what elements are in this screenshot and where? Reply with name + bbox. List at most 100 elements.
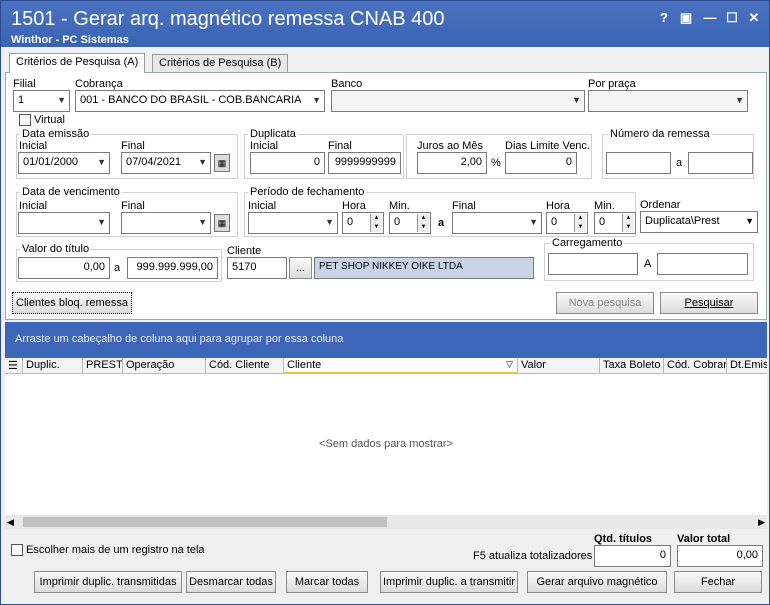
cliente-code-input[interactable]: 5170 xyxy=(227,257,287,279)
escolher-checkbox[interactable] xyxy=(11,544,23,556)
data-vencimento-inicial-label: Inicial xyxy=(19,200,48,212)
scroll-right-icon[interactable]: ▶ xyxy=(758,517,765,528)
col-duplic[interactable]: Duplic. xyxy=(23,358,83,374)
col-taxa-boleto[interactable]: Taxa Boleto xyxy=(600,358,664,374)
tab-criterios-a[interactable]: Critérios de Pesquisa (A) xyxy=(9,53,146,73)
data-vencimento-label: Data de vencimento xyxy=(20,186,122,198)
data-emissao-final-input[interactable]: 07/04/2021 ▼ xyxy=(121,152,211,174)
scrollbar-thumb[interactable] xyxy=(23,517,387,527)
carregamento-label: Carregamento xyxy=(550,237,625,249)
hora2-stepper[interactable]: 0 ▲ ▼ xyxy=(546,212,588,234)
horizontal-scrollbar[interactable]: ◀ ▶ xyxy=(5,515,767,529)
cobranca-select[interactable]: 001 - BANCO DO BRASIL - COB.BANCARIA ▼ xyxy=(75,90,325,112)
min2-label: Min. xyxy=(594,200,615,212)
banco-label: Banco xyxy=(331,78,363,90)
periodo-inicial-input[interactable]: ▼ xyxy=(248,212,338,234)
minimize-icon[interactable]: — xyxy=(701,9,719,27)
nova-pesquisa-button[interactable]: Nova pesquisa xyxy=(556,292,654,314)
col-prest[interactable]: PREST xyxy=(83,358,123,374)
f5-label: F5 atualiza totalizadores xyxy=(473,550,593,562)
imprimir-a-transmitir-button[interactable]: Imprimir duplic. a transmitir xyxy=(380,571,518,593)
col-dt-emis[interactable]: Dt.Emis xyxy=(727,358,767,374)
carregamento-sep: A xyxy=(644,258,652,270)
grid-menu-icon[interactable]: ☰ xyxy=(5,358,23,374)
window-title: 1501 - Gerar arq. magnético remessa CNAB… xyxy=(11,8,445,30)
filial-select[interactable]: 1 ▼ xyxy=(13,90,70,112)
juros-label: Juros ao Mês xyxy=(417,140,484,152)
spin-arrows-icon[interactable]: ▲ ▼ xyxy=(417,214,429,232)
scroll-left-icon[interactable]: ◀ xyxy=(7,517,14,528)
calendar-icon[interactable]: ▦ xyxy=(214,154,230,172)
data-emissao-inicial-input[interactable]: 01/01/2000 ▼ xyxy=(18,152,110,174)
window-subtitle: Winthor - PC Sistemas xyxy=(11,34,129,46)
cliente-search-button[interactable]: ... xyxy=(289,257,312,279)
spin-arrows-icon[interactable]: ▲ ▼ xyxy=(622,214,634,232)
cliente-name-field: PET SHOP NIKKEY OIKE LTDA xyxy=(314,257,534,279)
chevron-down-icon: ▼ xyxy=(325,217,334,227)
close-icon[interactable]: ✕ xyxy=(745,9,763,27)
virtual-checkbox[interactable] xyxy=(19,114,31,126)
data-emissao-label: Data emissão xyxy=(20,128,92,140)
calendar-icon[interactable]: ▦ xyxy=(214,214,230,232)
valor-titulo-final-input[interactable]: 999.999.999,00 xyxy=(127,257,218,279)
chevron-down-icon: ▼ xyxy=(745,216,754,226)
footer: Escolher mais de um registro na tela F5 … xyxy=(5,529,767,601)
title-bar: 1501 - Gerar arq. magnético remessa CNAB… xyxy=(1,1,769,47)
data-emissao-final-label: Final xyxy=(121,140,145,152)
virtual-label: Virtual xyxy=(34,114,65,126)
carregamento-final-input[interactable] xyxy=(657,253,748,275)
valor-titulo-inicial-input[interactable]: 0,00 xyxy=(18,257,110,279)
duplicata-final-input[interactable]: 9999999999 xyxy=(328,152,401,174)
cliente-label: Cliente xyxy=(227,245,262,257)
spin-arrows-icon[interactable]: ▲ ▼ xyxy=(574,214,586,232)
banco-select[interactable]: ▼ xyxy=(331,90,585,112)
layout-icon[interactable]: ▣ xyxy=(677,9,695,27)
gerar-arquivo-button[interactable]: Gerar arquivo magnético xyxy=(527,571,667,593)
juros-input[interactable]: 2,00 xyxy=(417,152,487,174)
data-emissao-inicial-label: Inicial xyxy=(19,140,48,152)
valor-titulo-label: Valor do título xyxy=(20,243,92,255)
min2-stepper[interactable]: 0 ▲ ▼ xyxy=(594,212,636,234)
main-window: 1501 - Gerar arq. magnético remessa CNAB… xyxy=(0,0,770,605)
col-cod-cobrar[interactable]: Cód. Cobrar xyxy=(664,358,727,374)
cobranca-label: Cobrança xyxy=(75,78,123,90)
clientes-bloq-button[interactable]: Clientes bloq. remessa xyxy=(12,292,132,314)
filter-icon[interactable]: ▽ xyxy=(506,359,513,370)
imprimir-transmitidas-button[interactable]: Imprimir duplic. transmitidas xyxy=(34,571,182,593)
hora2-label: Hora xyxy=(546,200,570,212)
hora1-stepper[interactable]: 0 ▲ ▼ xyxy=(342,212,384,234)
numero-remessa-final-input[interactable] xyxy=(688,152,753,174)
numero-remessa-label: Número da remessa xyxy=(608,128,712,140)
min1-stepper[interactable]: 0 ▲ ▼ xyxy=(389,212,431,234)
dias-limite-input[interactable]: 0 xyxy=(505,152,577,174)
periodo-sep: a xyxy=(438,217,445,229)
valor-total-field: 0,00 xyxy=(677,545,763,567)
desmarcar-todas-button[interactable]: Desmarcar todas xyxy=(186,571,276,593)
grid-body[interactable]: <Sem dados para mostrar> xyxy=(5,374,767,515)
fechar-button[interactable]: Fechar xyxy=(674,571,762,593)
duplicata-inicial-input[interactable]: 0 xyxy=(250,152,325,174)
por-praca-select[interactable]: ▼ xyxy=(588,90,748,112)
periodo-final-input[interactable]: ▼ xyxy=(452,212,542,234)
col-operacao[interactable]: Operação xyxy=(123,358,206,374)
chevron-down-icon: ▼ xyxy=(529,217,538,227)
col-cliente[interactable]: Cliente ▽ xyxy=(284,358,518,374)
spin-arrows-icon[interactable]: ▲ ▼ xyxy=(370,214,382,232)
help-icon[interactable]: ? xyxy=(655,9,673,27)
chevron-down-icon: ▼ xyxy=(198,217,207,227)
por-praca-label: Por praça xyxy=(588,78,636,90)
col-valor[interactable]: Valor xyxy=(518,358,600,374)
group-by-panel: Arraste um cabeçalho de coluna aqui para… xyxy=(5,322,767,358)
maximize-icon[interactable]: ☐ xyxy=(723,9,741,27)
marcar-todas-button[interactable]: Marcar todas xyxy=(286,571,368,593)
data-vencimento-inicial-input[interactable]: ▼ xyxy=(18,212,110,234)
col-cod-cliente[interactable]: Cód. Cliente xyxy=(206,358,284,374)
valor-total-label: Valor total xyxy=(677,533,731,545)
duplicata-final-label: Final xyxy=(328,140,352,152)
tab-criterios-b[interactable]: Critérios de Pesquisa (B) xyxy=(152,54,289,72)
ordenar-select[interactable]: Duplicata\Prest ▼ xyxy=(640,211,758,233)
data-vencimento-final-input[interactable]: ▼ xyxy=(121,212,211,234)
carregamento-inicial-input[interactable] xyxy=(548,253,638,275)
pesquisar-button[interactable]: Pesquisar xyxy=(660,292,758,314)
numero-remessa-inicial-input[interactable] xyxy=(606,152,671,174)
